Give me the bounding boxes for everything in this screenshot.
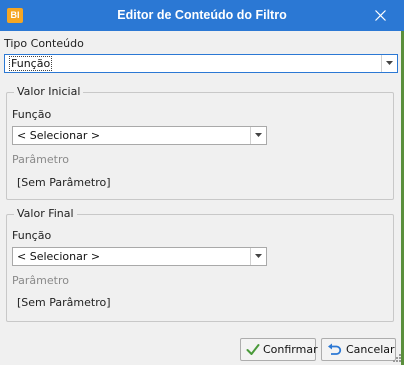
- close-button[interactable]: [358, 0, 404, 31]
- valor-final-title: Valor Final: [14, 207, 77, 220]
- valor-inicial-funcao-value: < Selecionar >: [17, 129, 101, 142]
- cancel-label: Cancelar: [346, 343, 395, 356]
- chevron-down-icon: [386, 61, 393, 65]
- checkmark-icon: [246, 344, 260, 355]
- valor-final-funcao-label: Função: [12, 229, 52, 242]
- filter-content-editor-dialog: BI Editor de Conteúdo do Filtro Tipo Con…: [0, 0, 404, 365]
- tipo-conteudo-value: Função: [9, 56, 53, 71]
- valor-final-parametro-label: Parâmetro: [12, 274, 69, 287]
- valor-inicial-parametro-value: [Sem Parâmetro]: [17, 176, 111, 189]
- valor-inicial-parametro-label: Parâmetro: [12, 153, 69, 166]
- chevron-down-icon: [255, 133, 262, 137]
- dialog-title: Editor de Conteúdo do Filtro: [117, 8, 287, 22]
- valor-inicial-funcao-dropdown-button[interactable]: [250, 127, 266, 144]
- valor-inicial-funcao-select[interactable]: < Selecionar >: [12, 126, 267, 145]
- close-icon: [375, 10, 386, 21]
- valor-inicial-title: Valor Inicial: [14, 85, 84, 98]
- cancel-button[interactable]: Cancelar: [321, 338, 396, 361]
- confirm-button[interactable]: Confirmar: [240, 338, 318, 361]
- tipo-conteudo-dropdown-button[interactable]: [381, 55, 397, 72]
- undo-icon: [328, 343, 342, 355]
- valor-final-funcao-select[interactable]: < Selecionar >: [12, 247, 267, 266]
- confirm-label: Confirmar: [263, 343, 318, 356]
- valor-inicial-funcao-label: Função: [12, 108, 52, 121]
- valor-final-parametro-value: [Sem Parâmetro]: [17, 296, 111, 309]
- valor-final-funcao-value: < Selecionar >: [17, 250, 101, 263]
- valor-final-funcao-dropdown-button[interactable]: [250, 248, 266, 265]
- tipo-conteudo-label: Tipo Conteúdo: [4, 37, 84, 50]
- tipo-conteudo-select[interactable]: Função: [4, 54, 398, 73]
- title-bar: BI Editor de Conteúdo do Filtro: [0, 0, 404, 31]
- chevron-down-icon: [255, 254, 262, 258]
